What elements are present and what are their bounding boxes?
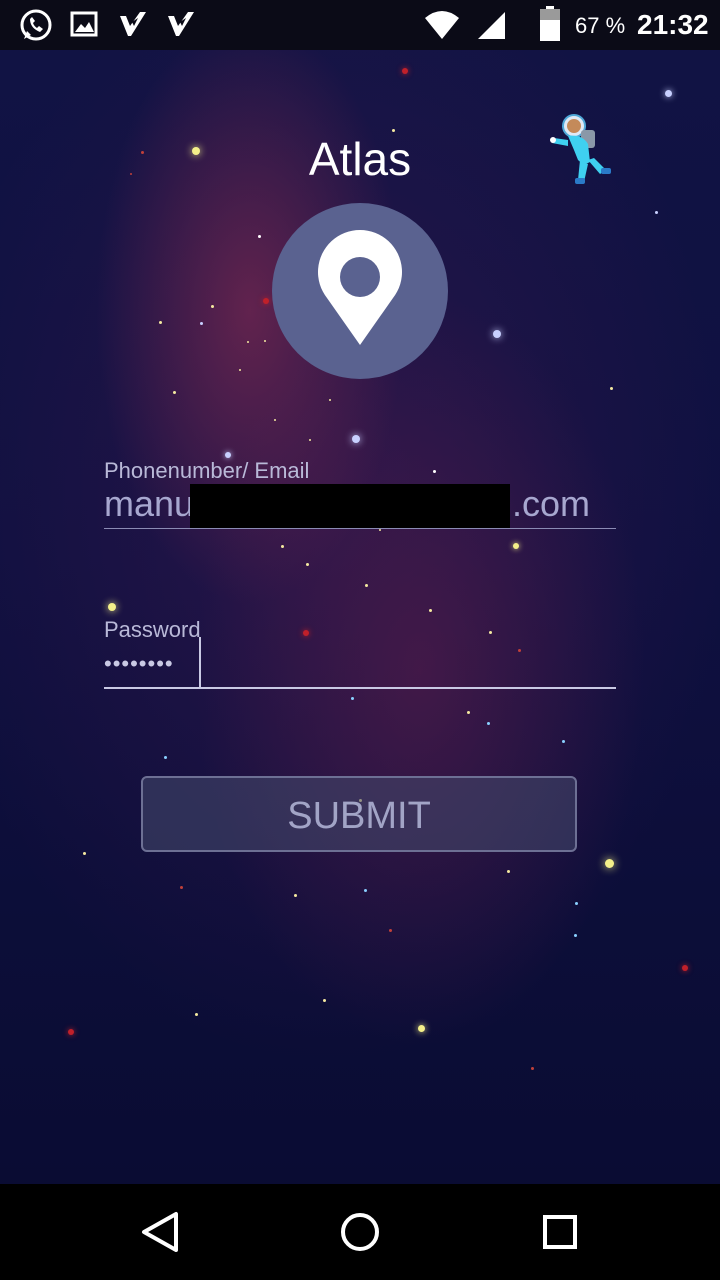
battery-icon <box>539 6 561 47</box>
star <box>309 439 311 441</box>
star <box>194 1012 198 1016</box>
password-underline <box>104 687 616 689</box>
password-label: Password <box>104 617 201 642</box>
star <box>379 529 381 531</box>
star <box>506 869 510 873</box>
star <box>664 89 672 97</box>
star <box>466 710 470 714</box>
star <box>417 1024 425 1032</box>
star <box>108 603 116 611</box>
star <box>293 893 297 897</box>
check-app-icon <box>118 10 148 43</box>
star <box>172 390 176 394</box>
star <box>82 851 86 855</box>
star <box>303 630 309 636</box>
astronaut-icon <box>548 110 618 190</box>
star <box>264 340 266 342</box>
star <box>654 210 658 214</box>
star <box>274 419 276 421</box>
text-cursor <box>199 637 201 687</box>
star <box>517 648 521 652</box>
star <box>280 544 284 548</box>
check-app-icon <box>166 10 196 43</box>
recents-icon[interactable] <box>536 1208 584 1256</box>
email-underline <box>104 528 616 529</box>
star <box>239 369 241 371</box>
star <box>488 630 492 634</box>
redaction-box <box>190 484 510 529</box>
star <box>257 234 261 238</box>
wifi-icon <box>424 10 460 45</box>
star <box>199 321 203 325</box>
star <box>322 998 326 1002</box>
email-value-start: manu <box>104 483 195 524</box>
status-bar: 67 % 21:32 <box>0 0 720 50</box>
star <box>493 330 501 338</box>
email-value-end: .com <box>512 483 591 524</box>
star <box>179 885 183 889</box>
star <box>329 399 331 401</box>
location-pin-icon <box>318 230 402 345</box>
star <box>609 386 613 390</box>
logo-circle <box>272 203 448 379</box>
star <box>210 304 214 308</box>
whatsapp-icon <box>18 8 54 49</box>
login-screen: 67 % 21:32 Atlas Phonenumber/ Email manu <box>0 0 720 1280</box>
star <box>561 739 565 743</box>
star <box>573 933 577 937</box>
battery-percent: 67 % <box>575 13 626 38</box>
star <box>486 721 490 725</box>
star <box>513 543 519 549</box>
star <box>363 888 367 892</box>
star <box>364 583 368 587</box>
star <box>432 469 436 473</box>
star <box>604 858 614 868</box>
star <box>263 298 269 304</box>
cell-signal-icon <box>476 10 506 45</box>
star <box>402 68 408 74</box>
navigation-bar <box>0 1184 720 1280</box>
star <box>68 1029 74 1035</box>
password-value: •••••••• <box>104 651 174 676</box>
star <box>682 965 688 971</box>
email-label: Phonenumber/ Email <box>104 458 310 483</box>
back-icon[interactable] <box>136 1208 184 1256</box>
home-icon[interactable] <box>336 1208 384 1256</box>
star <box>574 901 578 905</box>
gallery-icon <box>70 10 98 43</box>
star <box>305 562 309 566</box>
star <box>247 341 249 343</box>
star <box>163 755 167 759</box>
star <box>530 1066 534 1070</box>
star <box>350 696 354 700</box>
submit-button[interactable]: SUBMIT <box>141 776 577 852</box>
star <box>352 435 360 443</box>
star <box>158 320 162 324</box>
star <box>388 928 392 932</box>
star <box>428 608 432 612</box>
clock: 21:32 <box>637 9 709 40</box>
